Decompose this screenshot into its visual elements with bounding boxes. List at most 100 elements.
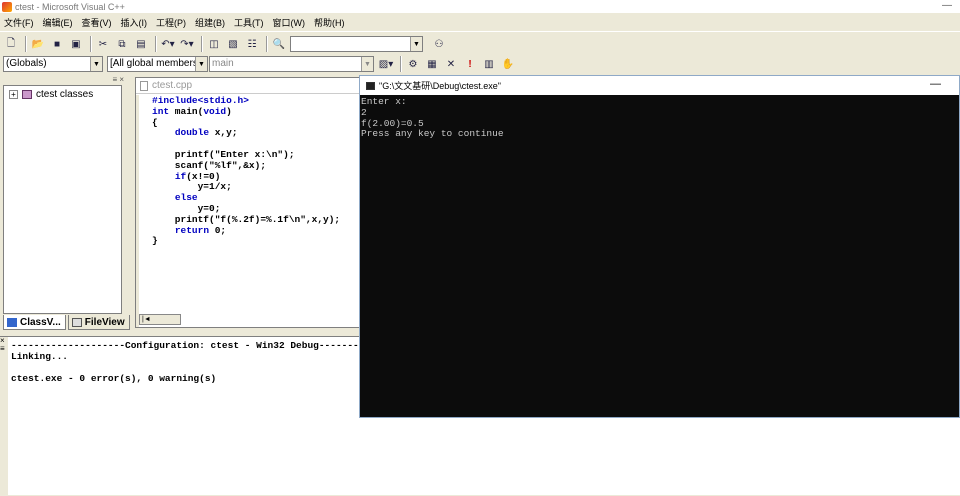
open-folder-icon[interactable]: 📂 <box>30 36 46 52</box>
menu-build[interactable]: 组建(B) <box>195 16 225 29</box>
menu-edit[interactable]: 编辑(E) <box>43 16 73 29</box>
function-combo[interactable]: main ▼ <box>209 56 374 72</box>
code-keyword: double <box>174 127 210 139</box>
tree-item-ctest-classes[interactable]: + ctest classes <box>4 86 121 100</box>
code-token: { <box>152 116 158 128</box>
console-line: 2 <box>361 106 367 118</box>
toolbar-separator <box>155 36 157 52</box>
breakpoint-hand-icon[interactable]: ✋ <box>500 56 516 72</box>
menu-bar: 文件(F) 编辑(E) 查看(V) 插入(I) 工程(P) 组建(B) 工具(T… <box>0 13 960 32</box>
code-text[interactable]: #include<stdio.h> int main(void){ double … <box>152 95 340 247</box>
expand-icon[interactable]: + <box>9 90 18 99</box>
cut-icon[interactable]: ✂ <box>95 36 111 52</box>
output-pane-grip[interactable]: × ≡ <box>0 337 8 496</box>
fileview-icon <box>71 318 82 327</box>
pane-close-icon[interactable]: ≡ × <box>112 75 124 84</box>
paste-icon[interactable]: ▤ <box>133 36 149 52</box>
find-binoculars-icon[interactable]: ⚇ <box>431 36 447 52</box>
compile-icon[interactable]: ⚙ <box>405 56 421 72</box>
new-file-icon[interactable]: 🗋 <box>3 36 19 52</box>
editor-gutter <box>136 95 139 327</box>
toolbar-separator <box>25 36 27 52</box>
code-token: main( <box>169 105 204 117</box>
menu-window[interactable]: 窗口(W) <box>273 16 306 29</box>
chevron-down-icon[interactable]: ▼ <box>195 57 207 71</box>
console-output[interactable]: Enter x: 2 f(2.00)=0.5 Press any key to con… <box>360 96 959 417</box>
members-combo-value: [All global members <box>110 58 198 69</box>
console-minimize-button[interactable]: — <box>930 78 941 90</box>
toolbar-separator <box>266 36 268 52</box>
wizard-actions-icon[interactable]: ▨▾ <box>378 56 394 72</box>
code-keyword: #include<stdio.h> <box>152 95 249 106</box>
code-token: printf("Enter x:\n"); <box>152 148 295 160</box>
console-line: Press any key to continue <box>361 128 504 140</box>
code-token: y=0; <box>152 202 221 214</box>
chevron-down-icon[interactable]: ▼ <box>361 57 373 71</box>
chevron-down-icon[interactable]: ▼ <box>90 57 102 71</box>
globals-combo[interactable]: (Globals) ▼ <box>3 56 103 72</box>
console-window[interactable]: "G:\文文基研\Debug\ctest.exe" — Enter x: 2 f(2… <box>359 75 960 418</box>
editor-filename: ctest.cpp <box>152 80 193 91</box>
code-line[interactable]: int main(void) <box>152 105 340 118</box>
menu-insert[interactable]: 插入(I) <box>121 16 148 29</box>
workspace-tabs: ClassV... FileView <box>3 315 132 330</box>
output-window-icon[interactable]: ▧ <box>225 36 241 52</box>
code-keyword: else <box>174 192 198 204</box>
find-combo[interactable]: ▼ <box>290 36 423 52</box>
code-token: ) <box>226 105 232 117</box>
code-token: (x!=0) <box>186 170 221 182</box>
menu-view[interactable]: 查看(V) <box>82 16 112 29</box>
window-list-icon[interactable]: ☷ <box>244 36 260 52</box>
workspace-icon[interactable]: ◫ <box>206 36 222 52</box>
menu-tools[interactable]: 工具(T) <box>234 16 264 29</box>
standard-toolbar: 🗋 📂 ■ ▣ ✂ ⧉ ▤ ↶▾ ↷▾ ◫ ▧ ☷ 🔍 ▼ ⚇ <box>0 33 960 55</box>
go-debug-icon[interactable]: ▥ <box>481 56 497 72</box>
code-token: } <box>152 235 158 247</box>
toolbar-separator <box>90 36 92 52</box>
editor-title-bar: ctest.cpp <box>136 78 359 94</box>
class-tree[interactable]: + ctest classes <box>3 85 122 314</box>
code-token: 0; <box>209 224 227 236</box>
code-token: y=1/x; <box>152 181 232 193</box>
members-combo[interactable]: [All global members ▼ <box>107 56 208 72</box>
save-icon[interactable]: ■ <box>49 36 65 52</box>
menu-file[interactable]: 文件(F) <box>4 16 34 29</box>
tab-classview-label: ClassV... <box>20 317 61 328</box>
code-line[interactable]: } <box>152 235 340 247</box>
code-token: x,y; <box>209 127 238 139</box>
classes-folder-icon <box>22 90 32 99</box>
console-line: Enter x: <box>361 96 407 107</box>
undo-icon[interactable]: ↶▾ <box>160 36 176 52</box>
wizard-toolbar: (Globals) ▼ [All global members ▼ main ▼… <box>0 53 960 75</box>
chevron-down-icon[interactable]: ▼ <box>410 37 422 51</box>
window-minimize-button[interactable]: — <box>942 0 952 11</box>
save-all-icon[interactable]: ▣ <box>68 36 84 52</box>
console-title-bar: "G:\文文基研\Debug\ctest.exe" — <box>360 76 959 95</box>
redo-icon[interactable]: ↷▾ <box>179 36 195 52</box>
tab-classview[interactable]: ClassV... <box>3 315 66 330</box>
stop-build-icon[interactable]: ✕ <box>443 56 459 72</box>
document-icon <box>140 80 148 91</box>
build-icon[interactable]: ▦ <box>424 56 440 72</box>
horizontal-scrollbar[interactable]: |◄ <box>139 314 181 325</box>
execute-icon[interactable]: ! <box>462 56 478 72</box>
menu-help[interactable]: 帮助(H) <box>314 16 345 29</box>
title-bar: ctest - Microsoft Visual C++ — <box>0 0 960 13</box>
find-in-files-icon[interactable]: 🔍 <box>271 36 287 52</box>
code-line[interactable]: double x,y; <box>152 127 340 139</box>
workspace-pane-header: ≡ × <box>0 74 127 85</box>
tree-item-label: ctest classes <box>36 89 94 100</box>
app-icon <box>2 1 12 12</box>
source-editor-window[interactable]: ctest.cpp #include<stdio.h> int main(void… <box>135 77 360 328</box>
code-keyword: int <box>152 105 170 117</box>
copy-icon[interactable]: ⧉ <box>114 36 130 52</box>
menu-project[interactable]: 工程(P) <box>156 16 186 29</box>
workspace-pane: ≡ × + ctest classes ClassV... FileView <box>0 74 130 332</box>
code-line[interactable]: return 0; <box>152 224 340 237</box>
tab-fileview[interactable]: FileView <box>67 315 130 330</box>
